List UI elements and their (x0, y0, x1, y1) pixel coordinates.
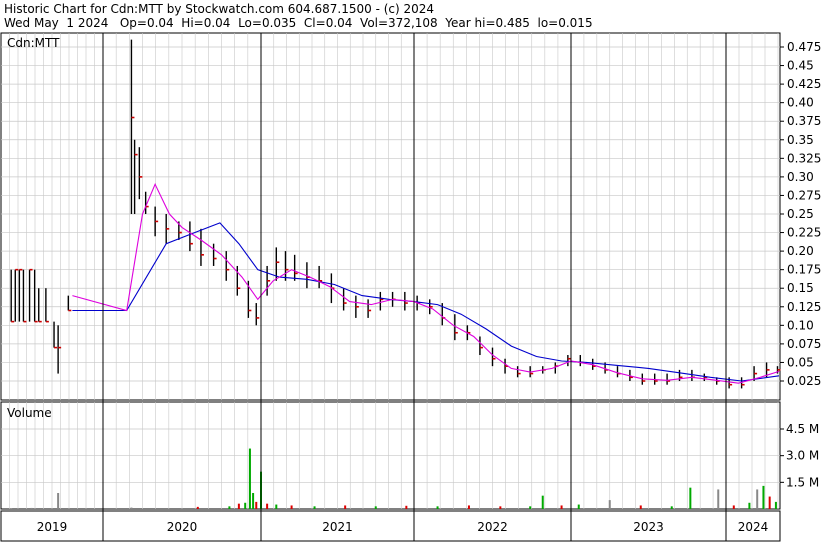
volume-bar (130, 507, 133, 509)
price-tick-label: 0.075 (787, 337, 821, 351)
price-tick-label: 0.275 (787, 188, 821, 202)
price-tick-label: 0.10 (787, 318, 814, 332)
price-tick-label: 0.35 (787, 133, 814, 147)
volume-bar (57, 493, 60, 509)
volume-tick-label: 1.5 M (786, 475, 819, 489)
price-tick-label: 0.20 (787, 244, 814, 258)
price-tick-label: 0.40 (787, 96, 814, 110)
price-plot-frame (0, 32, 781, 401)
volume-bar (748, 502, 751, 509)
volume-tick-label: 4.5 M (786, 422, 819, 436)
price-tick-label: 0.025 (787, 374, 821, 388)
volume-bar (374, 506, 377, 509)
volume-bar (266, 503, 269, 509)
volume-bar (608, 500, 611, 509)
volume-bar (774, 501, 777, 509)
year-label: 2023 (633, 520, 664, 534)
volume-bar (237, 503, 240, 509)
volume-bar (275, 504, 278, 509)
volume-bar (196, 506, 199, 509)
volume-tick-label: 3.0 M (786, 449, 819, 463)
volume-bar (499, 506, 502, 509)
volume-bar (255, 501, 258, 509)
price-tick-label: 0.175 (787, 263, 821, 277)
volume-bar (560, 505, 563, 509)
volume-bar (639, 505, 642, 509)
year-label: 2021 (322, 520, 353, 534)
volume-bar (248, 448, 251, 509)
price-tick-label: 0.475 (787, 40, 821, 54)
volume-bar (467, 505, 470, 509)
price-tick-label: 0.425 (787, 77, 821, 91)
year-label: 2024 (738, 520, 769, 534)
volume-bar (313, 506, 316, 509)
price-tick-label: 0.325 (787, 151, 821, 165)
volume-bar (10, 508, 13, 509)
price-volume-chart: 0.475 0.45 0.425 0.40 0.375 0.35 0.325 0.30 0.27… (0, 32, 821, 542)
volume-bar (689, 487, 692, 509)
volume-bar (436, 506, 439, 509)
volume-bar (756, 489, 759, 509)
volume-bar (244, 502, 247, 509)
volume-bar (529, 506, 532, 509)
volume-bar (290, 505, 293, 509)
price-tick-label: 0.375 (787, 114, 821, 128)
volume-bar (344, 505, 347, 509)
volume-bar (541, 495, 544, 509)
price-tick-label: 0.05 (787, 355, 814, 369)
price-tick-label: 0.25 (787, 207, 814, 221)
volume-bar (670, 506, 673, 509)
volume-bar (577, 504, 580, 509)
volume-panel-label: Volume (7, 406, 52, 420)
volume-bar (228, 506, 231, 509)
price-panel-label: Cdn:MTT (7, 36, 60, 50)
price-tick-label: 0.15 (787, 281, 814, 295)
volume-bar (30, 507, 33, 509)
volume-bar (768, 496, 771, 509)
price-tick-label: 0.125 (787, 300, 821, 314)
price-tick-label: 0.45 (787, 59, 814, 73)
year-label: 2019 (37, 520, 68, 534)
volume-bar (732, 505, 735, 509)
volume-bar (717, 489, 720, 509)
volume-bar (252, 493, 255, 509)
price-tick-label: 0.30 (787, 170, 814, 184)
volume-bar (762, 485, 765, 509)
price-tick-label: 0.225 (787, 226, 821, 240)
year-label: 2020 (167, 520, 198, 534)
volume-bar (405, 505, 408, 509)
year-label: 2022 (477, 520, 508, 534)
